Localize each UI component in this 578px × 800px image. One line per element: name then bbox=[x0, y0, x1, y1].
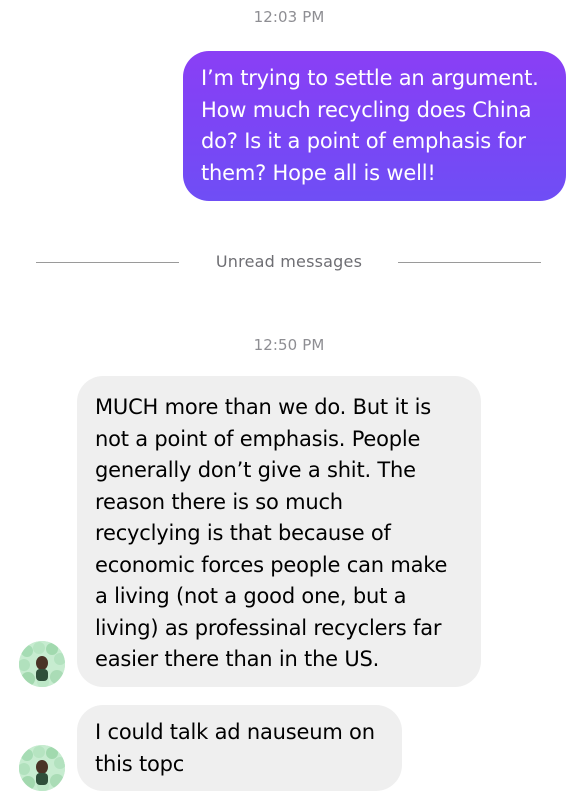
contact-avatar-icon[interactable] bbox=[19, 745, 65, 791]
incoming-message-bubble-2[interactable]: I could talk ad nauseum on this topc bbox=[77, 705, 402, 791]
incoming-message-bubble-1[interactable]: MUCH more than we do. But it is not a po… bbox=[77, 376, 481, 687]
timestamp-top: 12:03 PM bbox=[253, 8, 325, 26]
contact-avatar-icon[interactable] bbox=[19, 641, 65, 687]
divider-line-right bbox=[398, 262, 541, 263]
outgoing-message-bubble[interactable]: I’m trying to settle an argument. How mu… bbox=[183, 51, 566, 201]
timestamp-middle: 12:50 PM bbox=[253, 336, 325, 354]
unread-messages-divider: Unread messages bbox=[0, 252, 578, 274]
